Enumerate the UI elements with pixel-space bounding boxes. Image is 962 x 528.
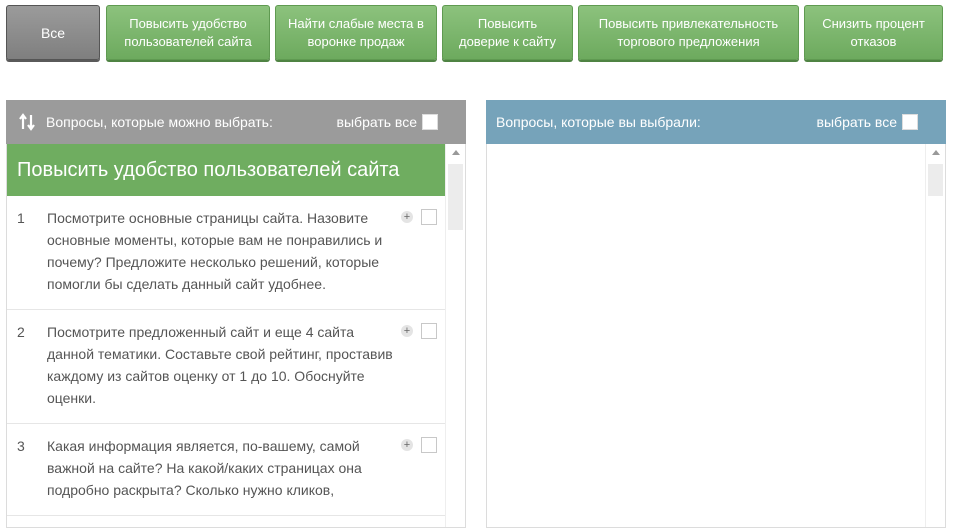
question-number: 2 xyxy=(17,324,25,340)
question-number: 1 xyxy=(17,210,25,226)
scrollbar-thumb[interactable] xyxy=(928,164,943,196)
question-item: 3 Какая информация является, по-вашему, … xyxy=(7,424,445,516)
question-text: Какая информация является, по-вашему, са… xyxy=(47,438,362,498)
question-text: Посмотрите основные страницы сайта. Назо… xyxy=(47,210,383,292)
filter-button-offer[interactable]: Повысить привлекательность торгового пре… xyxy=(578,5,799,60)
expand-plus-icon[interactable]: + xyxy=(401,325,413,337)
question-number: 3 xyxy=(17,438,25,454)
sort-icon[interactable] xyxy=(18,112,38,132)
select-all-label: выбрать все xyxy=(816,114,897,130)
scrollbar[interactable] xyxy=(445,144,465,527)
panel-title: Вопросы, которые можно выбрать: xyxy=(46,114,273,130)
questions-scroll-area: Повысить удобство пользователей сайта 1 … xyxy=(7,144,445,527)
panel-title: Вопросы, которые вы выбрали: xyxy=(496,114,701,130)
question-checkbox[interactable] xyxy=(421,323,437,339)
scroll-up-arrow-icon[interactable] xyxy=(452,150,460,155)
group-title: Повысить удобство пользователей сайта xyxy=(7,144,445,196)
selected-scroll-area xyxy=(487,144,925,527)
scroll-up-arrow-icon[interactable] xyxy=(932,150,940,155)
expand-plus-icon[interactable]: + xyxy=(401,211,413,223)
filter-bar: Все Повысить удобство пользователей сайт… xyxy=(5,5,962,63)
question-item: 1 Посмотрите основные страницы сайта. На… xyxy=(7,196,445,310)
select-all-checkbox[interactable] xyxy=(902,114,918,130)
scrollbar[interactable] xyxy=(925,144,945,527)
question-checkbox[interactable] xyxy=(421,209,437,225)
question-item: 2 Посмотрите предложенный сайт и еще 4 с… xyxy=(7,310,445,424)
filter-button-bounce[interactable]: Снизить процент отказов xyxy=(804,5,943,60)
available-questions-panel: Вопросы, которые можно выбрать: выбрать … xyxy=(6,100,466,528)
filter-button-trust[interactable]: Повысить доверие к сайту xyxy=(442,5,573,60)
select-all-selected[interactable]: выбрать все xyxy=(817,100,918,144)
filter-button-all[interactable]: Все xyxy=(6,5,100,60)
question-text: Посмотрите предложенный сайт и еще 4 сай… xyxy=(47,324,393,406)
selected-questions-panel: Вопросы, которые вы выбрали: выбрать все xyxy=(486,100,946,528)
filter-button-usability[interactable]: Повысить удобство пользователей сайта xyxy=(106,5,270,60)
selected-questions-header: Вопросы, которые вы выбрали: выбрать все xyxy=(486,100,946,144)
select-all-checkbox[interactable] xyxy=(422,114,438,130)
select-all-label: выбрать все xyxy=(336,114,417,130)
filter-button-funnel[interactable]: Найти слабые места в воронке продаж xyxy=(275,5,437,60)
select-all-available[interactable]: выбрать все xyxy=(337,100,438,144)
available-questions-header: Вопросы, которые можно выбрать: выбрать … xyxy=(6,100,466,144)
question-checkbox[interactable] xyxy=(421,437,437,453)
expand-plus-icon[interactable]: + xyxy=(401,439,413,451)
available-questions-list: Повысить удобство пользователей сайта 1 … xyxy=(6,144,466,528)
selected-questions-list xyxy=(486,144,946,528)
scrollbar-thumb[interactable] xyxy=(448,164,463,230)
